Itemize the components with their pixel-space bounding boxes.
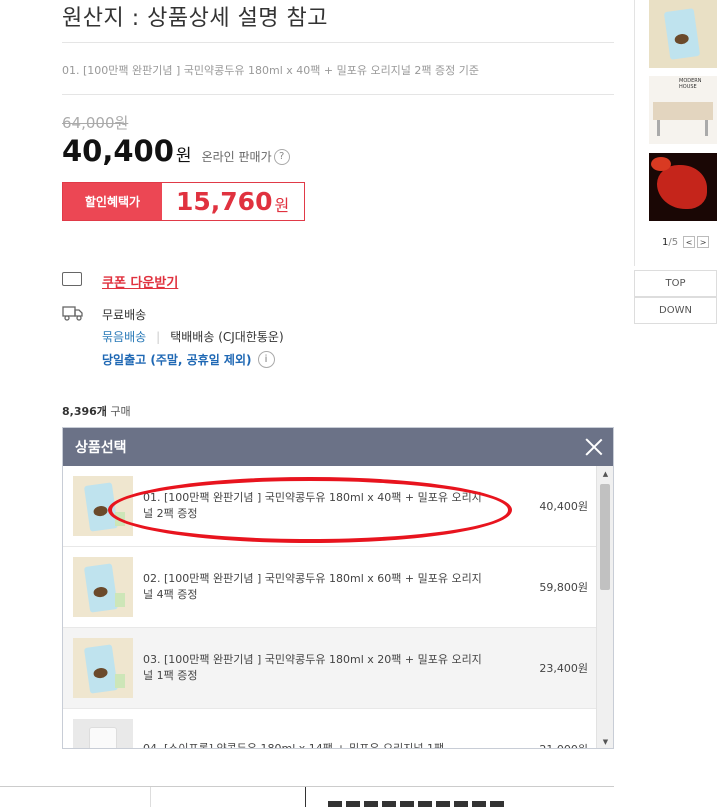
- purchase-count-number: 8,396개: [62, 405, 107, 418]
- option-select-panel: 상품선택 01. [100만팩 완판기념 ] 국민약콩두유 180ml x 40…: [62, 427, 614, 749]
- option-name: 04. [소이프롬] 약콩두유 180ml x 14팩 + 밀포유 오리지널 1…: [143, 742, 445, 749]
- option-price: 21,000원: [488, 741, 588, 748]
- divider: [305, 787, 306, 807]
- free-shipping-text: 무료배송: [102, 308, 147, 322]
- option-name: 03. [100만팩 완판기념 ] 국민약콩두유 180ml x 20팩 + 밀…: [143, 653, 482, 682]
- option-item-4[interactable]: 04. [소이프롬] 약콩두유 180ml x 14팩 + 밀포유 오리지널 1…: [63, 709, 597, 749]
- option-item-1[interactable]: 01. [100만팩 완판기념 ] 국민약콩두유 180ml x 40팩 + 밀…: [63, 466, 597, 547]
- product-thumbnail: [73, 476, 133, 536]
- discount-label: 할인혜택가: [63, 183, 162, 220]
- option-item-3[interactable]: 03. [100만팩 완판기념 ] 국민약콩두유 180ml x 20팩 + 밀…: [63, 628, 597, 709]
- purchase-count-suffix: 구매: [110, 405, 131, 418]
- option-name: 01. [100만팩 완판기념 ] 국민약콩두유 180ml x 40팩 + 밀…: [143, 491, 482, 520]
- recent-pager: 1 /5 < >: [662, 236, 710, 248]
- scroll-top-button[interactable]: TOP: [634, 270, 717, 297]
- sale-price-unit: 원: [175, 146, 192, 166]
- chevron-left-icon[interactable]: <: [683, 236, 696, 248]
- discount-unit: 원: [274, 195, 290, 215]
- recent-item-thumbnail[interactable]: [649, 0, 717, 68]
- panel-header: 상품선택: [63, 428, 613, 466]
- panel-title: 상품선택: [75, 440, 127, 456]
- scroll-up-icon[interactable]: ▲: [597, 466, 613, 482]
- divider: [62, 94, 614, 95]
- truck-icon: [62, 306, 83, 321]
- clipped-tab-text: [328, 801, 508, 807]
- scrollbar[interactable]: ▲ ▼: [596, 466, 613, 748]
- selected-option-text: 01. [100만팩 완판기념 ] 국민약콩두유 180ml x 40팩 + 밀…: [62, 64, 480, 77]
- option-name: 02. [100만팩 완판기념 ] 국민약콩두유 180ml x 60팩 + 밀…: [143, 572, 482, 601]
- product-thumbnail: [73, 719, 133, 748]
- scroll-down-button[interactable]: DOWN: [634, 297, 717, 324]
- scrollbar-thumb[interactable]: [600, 484, 610, 590]
- discount-value: 15,760 원: [162, 183, 304, 220]
- option-price: 40,400원: [539, 500, 588, 513]
- original-price: 64,000원: [62, 114, 129, 132]
- scroll-down-icon[interactable]: ▼: [597, 734, 613, 748]
- divider: [150, 787, 151, 807]
- recent-item-thumbnail[interactable]: [649, 153, 717, 221]
- purchase-count: 8,396개 구매: [62, 403, 131, 419]
- divider: [62, 42, 614, 43]
- chevron-right-icon[interactable]: >: [697, 236, 710, 248]
- bottom-tab-bar: [0, 786, 614, 807]
- product-thumbnail: [73, 557, 133, 617]
- discount-price: 15,760: [176, 187, 273, 216]
- option-list: 01. [100만팩 완판기념 ] 국민약콩두유 180ml x 40팩 + 밀…: [63, 466, 597, 749]
- sale-price-row: 40,400 원 온라인 판매가 ?: [62, 134, 290, 168]
- sale-price: 40,400: [62, 134, 174, 168]
- info-icon[interactable]: i: [257, 351, 275, 368]
- pager-total: /5: [668, 236, 679, 248]
- help-icon[interactable]: ?: [273, 148, 290, 165]
- origin-title: 원산지 : 상품상세 설명 참고: [62, 6, 329, 31]
- sale-price-label: 온라인 판매가: [201, 150, 272, 164]
- recent-item-thumbnail[interactable]: MODERN HOUSE: [649, 76, 717, 144]
- close-icon[interactable]: [585, 438, 603, 456]
- same-day-text: 당일출고 (주말, 공휴일 제외): [102, 353, 252, 367]
- separator: |: [156, 329, 161, 344]
- product-thumbnail: [73, 638, 133, 698]
- option-price: 23,400원: [539, 662, 588, 675]
- side-divider: [634, 0, 635, 266]
- discount-price-box: 할인혜택가 15,760 원: [62, 182, 305, 221]
- thumbnail-brand: MODERN HOUSE: [679, 78, 702, 90]
- bundle-shipping-link[interactable]: 묶음배송: [102, 328, 146, 345]
- shipping-detail-row: 묶음배송 | 택배배송 (CJ대한통운): [102, 328, 284, 345]
- coupon-icon: [62, 272, 82, 286]
- courier-text: 택배배송 (CJ대한통운): [170, 330, 284, 344]
- option-item-2[interactable]: 02. [100만팩 완판기념 ] 국민약콩두유 180ml x 60팩 + 밀…: [63, 547, 597, 628]
- coupon-download-link[interactable]: 쿠폰 다운받기: [102, 272, 178, 291]
- same-day-shipping: 당일출고 (주말, 공휴일 제외) i: [102, 351, 275, 368]
- option-price: 59,800원: [539, 581, 588, 594]
